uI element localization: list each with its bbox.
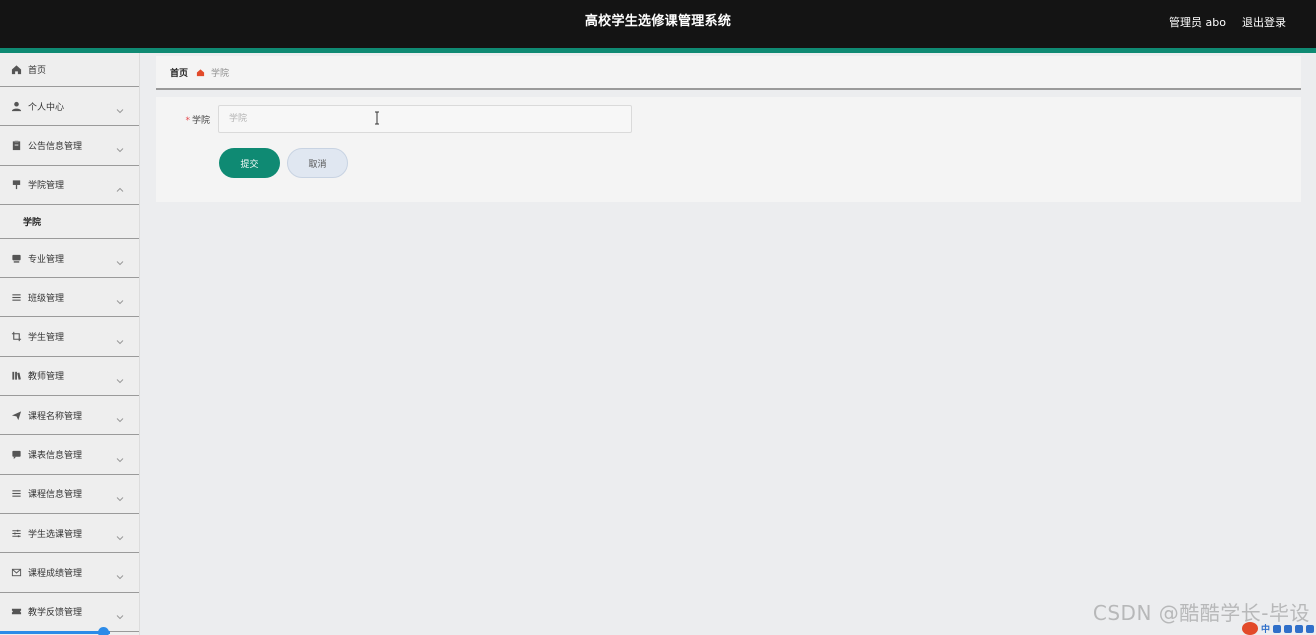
flag-icon [11,179,22,190]
app-title: 高校学生选修课管理系统 [584,14,732,29]
chevron-up-icon [115,180,125,192]
ime-language-icon[interactable]: 中 [1261,622,1270,635]
required-mark: * [185,115,190,126]
logout-link[interactable]: 退出登录 [1242,14,1286,30]
sidebar-item-label: 个人中心 [28,102,65,113]
crop-icon [11,331,22,342]
sidebar-item-label: 班级管理 [28,293,65,304]
home-icon [11,64,22,75]
sidebar-item-label: 公告信息管理 [28,141,83,152]
sidebar-item-label: 学生管理 [28,333,65,344]
send-icon [11,410,22,421]
ime-logo-icon [1241,622,1258,635]
chevron-down-icon [115,292,125,305]
sliders-icon [11,528,22,539]
mail-icon [11,567,22,578]
submit-button[interactable]: 提交 [219,148,280,178]
sidebar-item-schedule-management[interactable]: 课表信息管理 [0,435,139,475]
breadcrumb-home[interactable]: 首页 [170,66,188,79]
college-form-row: * 学院 [156,105,632,133]
college-field-label-text: 学院 [191,115,210,126]
sidebar-item-personal-center[interactable]: 个人中心 [0,87,139,127]
form-actions: 提交 取消 [219,148,348,178]
sidebar-item-label: 教学反馈管理 [28,608,83,619]
sidebar-item-label: 教师管理 [28,372,65,383]
chevron-down-icon [115,253,125,266]
sidebar-item-label: 课程成绩管理 [28,568,83,579]
sidebar-item-major-management[interactable]: 专业管理 [0,239,139,279]
sidebar-item-label: 学生选课管理 [28,529,83,540]
sidebar-item-label: 课程名称管理 [28,411,83,422]
ticket-icon [11,606,22,617]
library-icon [11,370,22,381]
sidebar-item-college-management[interactable]: 学院管理 [0,166,139,205]
monitor-icon [11,253,22,264]
user-icon [11,101,22,112]
chevron-down-icon [115,140,125,153]
chevron-down-icon [115,101,125,114]
chevron-down-icon [115,567,125,580]
sidebar-item-feedback-management[interactable]: 教学反馈管理 [0,593,139,632]
list-icon [11,292,22,303]
sidebar: 首页 个人中心 公告信息管理 学院管理 学院 专业管理 班级管理 学生管理 教师… [0,53,140,635]
message-icon [11,449,22,460]
top-bar-accent [0,48,1316,53]
sidebar-item-grade-management[interactable]: 课程成绩管理 [0,553,139,593]
tray-icon[interactable] [1273,624,1281,633]
user-label: 管理员 abo [1169,16,1226,29]
system-tray: 中 [1241,622,1316,635]
chevron-down-icon [115,489,125,502]
sidebar-item-class-management[interactable]: 班级管理 [0,278,139,318]
list-icon [11,488,22,499]
user-area: 管理员 abo 退出登录 [1169,0,1286,44]
college-input[interactable] [218,105,632,133]
sidebar-item-student-management[interactable]: 学生管理 [0,317,139,357]
tray-icon[interactable] [1295,624,1303,633]
sidebar-item-label: 课表信息管理 [28,451,83,462]
breadcrumb-current: 学院 [211,68,230,79]
sidebar-scrollbar[interactable] [0,631,110,634]
chevron-down-icon [115,332,125,344]
chevron-down-icon [115,528,125,541]
sidebar-item-label: 学院管理 [28,181,65,192]
sidebar-item-home[interactable]: 首页 [0,53,139,87]
sidebar-item-notice[interactable]: 公告信息管理 [0,126,139,166]
chevron-down-icon [115,450,125,462]
tray-icon[interactable] [1284,624,1292,633]
sidebar-item-label: 首页 [28,66,47,76]
sidebar-item-teacher-management[interactable]: 教师管理 [0,357,139,397]
tray-icon[interactable] [1306,624,1314,633]
clipboard-icon [11,140,22,151]
college-field-label: * 学院 [156,113,218,126]
text-cursor-icon [375,111,379,125]
sidebar-item-label: 专业管理 [28,254,65,265]
breadcrumb: 首页 学院 [156,56,1301,90]
cancel-button[interactable]: 取消 [287,148,348,178]
sidebar-item-course-info-management[interactable]: 课程信息管理 [0,475,139,514]
chevron-down-icon [115,371,125,384]
form-panel: *学院 提交 取消 [156,97,1301,202]
sidebar-item-label: 课程信息管理 [28,490,83,501]
chevron-down-icon [115,410,125,423]
sidebar-subitem-college[interactable]: 学院 [0,204,139,239]
sidebar-item-course-name-management[interactable]: 课程名称管理 [0,396,139,436]
sidebar-item-course-selection-management[interactable]: 学生选课管理 [0,514,139,554]
sidebar-scroll-handle[interactable] [98,627,109,635]
chevron-down-icon [115,607,125,619]
home-icon [196,68,205,77]
